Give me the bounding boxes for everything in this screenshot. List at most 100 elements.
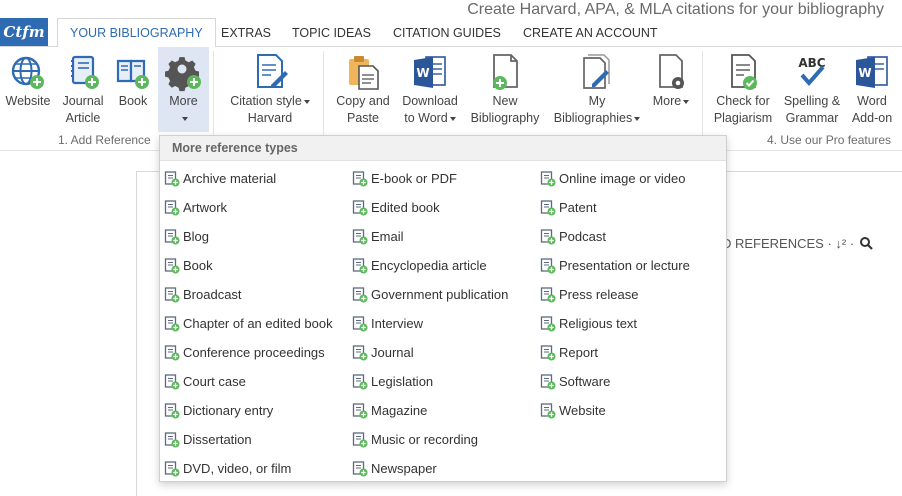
copy-and-paste-button[interactable]: Copy and Paste — [332, 51, 394, 131]
word-addon-button[interactable]: W Word Add-on — [848, 51, 896, 131]
chevron-down-icon — [158, 110, 209, 127]
plagiarism-label-1: Check for — [716, 94, 770, 108]
more-label: More — [169, 94, 198, 108]
abc-check-icon: ABC — [798, 56, 826, 87]
menu-item-presentation-or-lecture[interactable]: Presentation or lecture — [540, 251, 690, 280]
menu-item-label: Encyclopedia article — [371, 258, 487, 273]
pro-features-group-label: 4. Use our Pro features — [767, 133, 892, 147]
menu-item-journal[interactable]: Journal — [352, 338, 508, 367]
svg-text:W: W — [416, 66, 429, 80]
plagiarism-label-2: Plagiarism — [713, 111, 773, 125]
add-website-button[interactable]: Website — [4, 51, 52, 131]
more-reference-types-button[interactable]: More — [158, 47, 209, 132]
menu-item-label: Software — [559, 374, 611, 389]
menu-item-label: Court case — [183, 374, 246, 389]
download-to-word-button[interactable]: W Download to Word — [398, 51, 462, 131]
tab-topic-ideas[interactable]: TOPIC IDEAS — [280, 24, 383, 47]
menu-item-label: Chapter of an edited book — [183, 316, 333, 331]
spelling-label-2: Grammar — [785, 111, 839, 125]
ribbon-divider — [702, 51, 703, 147]
menu-item-dictionary-entry[interactable]: Dictionary entry — [164, 396, 333, 425]
menu-item-website[interactable]: Website — [540, 396, 690, 425]
menu-item-label: Conference proceedings — [183, 345, 325, 360]
menu-item-broadcast[interactable]: Broadcast — [164, 280, 333, 309]
menu-item-book[interactable]: Book — [164, 251, 333, 280]
menu-column-1: Archive material Artwork Blog Book Broadcast… — [164, 164, 333, 483]
menu-item-label: Religious text — [559, 316, 638, 331]
menu-item-court-case[interactable]: Court case — [164, 367, 333, 396]
ribbon-divider — [213, 51, 214, 147]
menu-item-newspaper[interactable]: Newspaper — [352, 454, 508, 483]
reference-type-add-icon — [540, 315, 556, 331]
add-book-button[interactable]: Book — [112, 51, 154, 131]
reference-type-add-icon — [352, 402, 368, 418]
menu-item-software[interactable]: Software — [540, 367, 690, 396]
new-bibliography-button[interactable]: New Bibliography — [467, 51, 543, 131]
menu-item-archive-material[interactable]: Archive material — [164, 164, 333, 193]
menu-item-dvd-video-or-film[interactable]: DVD, video, or film — [164, 454, 333, 483]
menu-item-government-publication[interactable]: Government publication — [352, 280, 508, 309]
reference-type-add-icon — [352, 344, 368, 360]
reference-type-add-icon — [352, 199, 368, 215]
menu-item-magazine[interactable]: Magazine — [352, 396, 508, 425]
check-plagiarism-button[interactable]: Check for Plagiarism — [710, 51, 776, 131]
menu-item-label: Dissertation — [183, 432, 252, 447]
menu-item-email[interactable]: Email — [352, 222, 508, 251]
add-reference-group-label: 1. Add Reference — [58, 133, 151, 147]
menu-item-interview[interactable]: Interview — [352, 309, 508, 338]
menu-item-label: DVD, video, or film — [183, 461, 292, 476]
tab-create-account[interactable]: CREATE AN ACCOUNT — [511, 24, 670, 47]
menu-item-label: Blog — [183, 229, 210, 244]
cite-this-for-me-logo[interactable]: Ctfm — [0, 18, 48, 46]
menu-item-podcast[interactable]: Podcast — [540, 222, 690, 251]
tab-extras[interactable]: EXTRAS — [209, 24, 283, 47]
menu-item-label: Book — [183, 258, 213, 273]
menu-item-label: Patent — [559, 200, 597, 215]
menu-item-label: Legislation — [371, 374, 434, 389]
menu-item-chapter-of-an-edited-book[interactable]: Chapter of an edited book — [164, 309, 333, 338]
journal-add-icon — [71, 55, 99, 89]
menu-item-conference-proceedings[interactable]: Conference proceedings — [164, 338, 333, 367]
reference-type-add-icon — [164, 286, 180, 302]
menu-item-label: Archive material — [183, 171, 277, 186]
my-bibliographies-button[interactable]: My Bibliographies — [550, 51, 644, 131]
page-headline: Create Harvard, APA, & MLA citations for… — [467, 1, 884, 18]
citation-style-button[interactable]: Citation style Harvard — [224, 51, 316, 131]
add-journal-article-button[interactable]: Journal Article — [58, 51, 108, 131]
reference-type-add-icon — [164, 460, 180, 476]
menu-item-report[interactable]: Report — [540, 338, 690, 367]
reference-type-add-icon — [540, 402, 556, 418]
menu-item-label: Dictionary entry — [183, 403, 274, 418]
menu-item-label: Music or recording — [371, 432, 478, 447]
menu-item-religious-text[interactable]: Religious text — [540, 309, 690, 338]
spelling-grammar-button[interactable]: ABC Spelling & Grammar — [781, 51, 843, 131]
menu-item-edited-book[interactable]: Edited book — [352, 193, 508, 222]
menu-item-e-book-or-pdf[interactable]: E-book or PDF — [352, 164, 508, 193]
menu-column-3: Online image or video Patent Podcast Presen… — [540, 164, 690, 425]
menu-item-dissertation[interactable]: Dissertation — [164, 425, 333, 454]
menu-item-press-release[interactable]: Press release — [540, 280, 690, 309]
menu-item-artwork[interactable]: Artwork — [164, 193, 333, 222]
menu-item-online-image-or-video[interactable]: Online image or video — [540, 164, 690, 193]
copy-paste-label-2: Paste — [347, 111, 379, 125]
reference-type-add-icon — [352, 460, 368, 476]
more-bibliography-options-button[interactable]: More — [650, 51, 692, 131]
menu-item-blog[interactable]: Blog — [164, 222, 333, 251]
menu-item-legislation[interactable]: Legislation — [352, 367, 508, 396]
citation-style-label: Citation style — [224, 93, 316, 110]
tab-citation-guides[interactable]: CITATION GUIDES — [381, 24, 513, 47]
tab-your-bibliography[interactable]: YOUR BIBLIOGRAPHY — [57, 18, 216, 48]
website-label: Website — [5, 94, 51, 108]
spelling-label-1: Spelling & — [783, 94, 841, 108]
menu-item-encyclopedia-article[interactable]: Encyclopedia article — [352, 251, 508, 280]
ribbon-divider — [323, 51, 324, 147]
more-reference-types-menu: More reference types Archive material Art… — [159, 135, 727, 482]
menu-item-label: Presentation or lecture — [559, 258, 690, 273]
menu-item-label: Journal — [371, 345, 414, 360]
menu-item-music-or-recording[interactable]: Music or recording — [352, 425, 508, 454]
menu-item-label: Report — [559, 345, 599, 360]
top-tab-bar: Ctfm YOUR BIBLIOGRAPHY EXTRAS TOPIC IDEA… — [0, 0, 902, 48]
reference-type-add-icon — [164, 257, 180, 273]
search-icon[interactable] — [859, 237, 873, 250]
menu-item-patent[interactable]: Patent — [540, 193, 690, 222]
